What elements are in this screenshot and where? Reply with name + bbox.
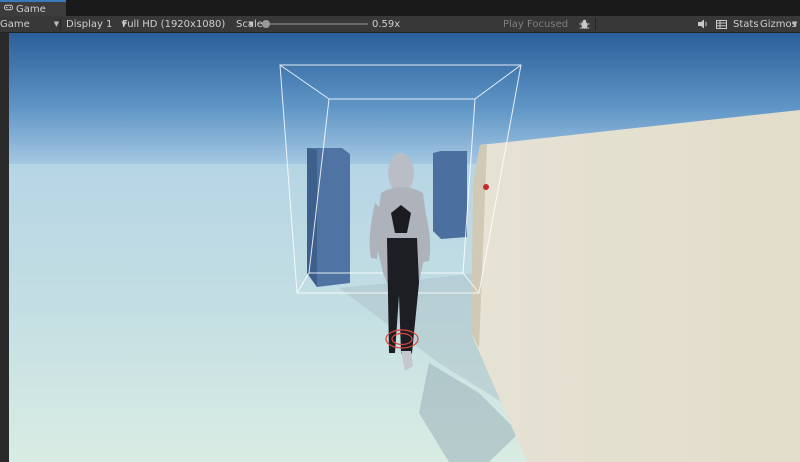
toolbar-divider bbox=[60, 18, 61, 30]
chevron-down-icon: ▼ bbox=[792, 20, 798, 28]
scene-render bbox=[9, 33, 800, 462]
game-viewport[interactable] bbox=[9, 33, 800, 462]
scale-value: 0.59x bbox=[372, 18, 401, 30]
chevron-down-icon: ▼ bbox=[53, 20, 60, 28]
view-mode-label: Game bbox=[0, 18, 30, 30]
stats-grid-icon[interactable] bbox=[716, 16, 727, 32]
resolution-label: Full HD (1920x1080) bbox=[122, 18, 226, 30]
play-mode-label: Play Focused bbox=[503, 18, 569, 30]
tab-strip: Game bbox=[0, 0, 800, 17]
game-view-toolbar: Game ▼ Display 1 ▼ Full HD (1920x1080) ▼… bbox=[0, 16, 800, 33]
stats-toggle[interactable]: Stats bbox=[733, 16, 759, 32]
scale-label: Scale bbox=[236, 18, 263, 30]
bug-icon[interactable] bbox=[579, 16, 590, 32]
gizmos-dropdown[interactable]: ▼ bbox=[792, 16, 797, 32]
play-mode-dropdown[interactable]: Play Focused ▼ bbox=[503, 16, 585, 32]
speaker-icon[interactable] bbox=[698, 16, 709, 32]
pillar-right bbox=[433, 151, 467, 239]
wall-marker bbox=[483, 184, 489, 190]
toolbar-divider bbox=[595, 18, 596, 30]
view-mode-dropdown[interactable]: Game ▼ bbox=[0, 16, 59, 32]
viewport-left-edge bbox=[0, 33, 9, 462]
gamepad-icon bbox=[4, 3, 13, 15]
resolution-dropdown[interactable]: Full HD (1920x1080) ▼ bbox=[122, 16, 254, 32]
scale-slider-track[interactable] bbox=[266, 23, 368, 25]
wall-block bbox=[471, 110, 800, 462]
scale-slider-handle[interactable] bbox=[262, 20, 270, 28]
tab-game[interactable]: Game bbox=[0, 0, 66, 16]
display-label: Display 1 bbox=[66, 18, 113, 30]
tab-game-label: Game bbox=[16, 3, 46, 15]
display-dropdown[interactable]: Display 1 ▼ bbox=[66, 16, 127, 32]
